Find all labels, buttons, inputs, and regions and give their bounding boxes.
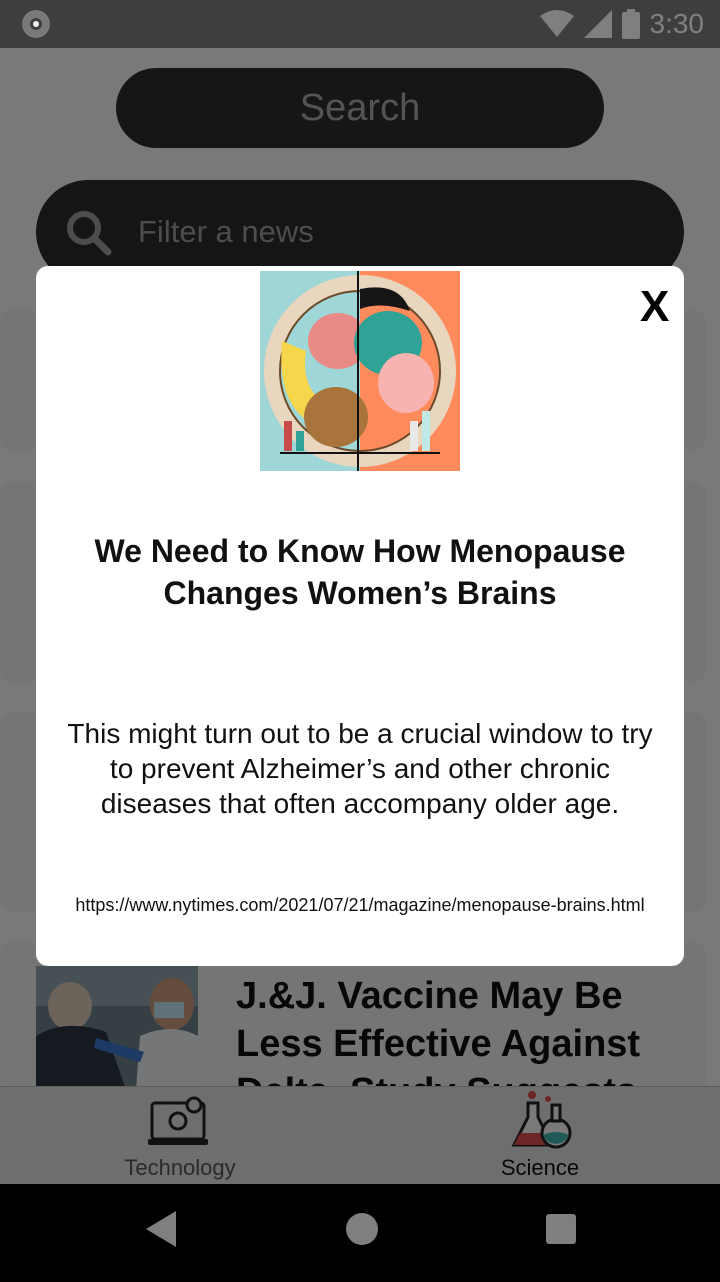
close-button[interactable]: X bbox=[640, 282, 669, 332]
article-dialog: X We Need to Know How Menopause Changes … bbox=[36, 266, 684, 966]
article-description: This might turn out to be a crucial wind… bbox=[67, 718, 653, 819]
article-link[interactable]: https://www.nytimes.com/2021/07/21/magaz… bbox=[66, 894, 654, 917]
article-title: We Need to Know How Menopause Changes Wo… bbox=[94, 533, 626, 611]
article-illustration bbox=[260, 271, 460, 471]
